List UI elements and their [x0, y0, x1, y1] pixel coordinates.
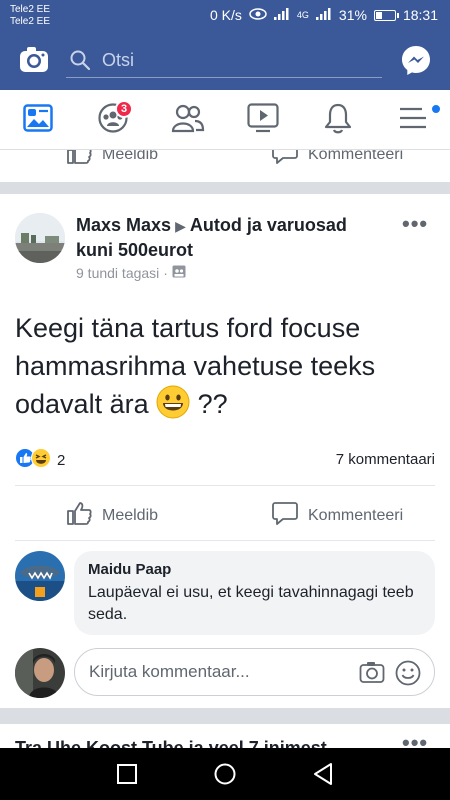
- prev-post-actions: Meeldib Kommenteeri: [0, 150, 450, 180]
- menu-icon: [398, 105, 428, 136]
- comment-button[interactable]: Kommenteeri: [272, 501, 403, 530]
- post-time[interactable]: 9 tundi tagasi: [76, 265, 159, 281]
- back-icon[interactable]: [310, 760, 338, 788]
- group-privacy-icon: [172, 265, 186, 281]
- haha-reaction-icon: [31, 448, 51, 473]
- search-icon: [70, 50, 91, 71]
- prev-comment-label: Kommenteeri: [308, 150, 404, 163]
- post-text: Keegi täna tartus ford focuse hammasrihm…: [15, 309, 435, 423]
- like-icon: [66, 501, 92, 530]
- comment-icon: [272, 501, 298, 530]
- camera-icon[interactable]: [359, 660, 385, 689]
- notifications-icon: [323, 102, 353, 139]
- status-indicators: 0 K/s 4G 31% 18:31: [210, 7, 438, 23]
- like-label: Meeldib: [102, 506, 159, 524]
- signal-icon-2: [315, 7, 332, 23]
- emoji-icon[interactable]: [395, 660, 421, 691]
- next-post-partial: Tra Uhe Koost Tube ja veel 7 inimest •••: [0, 724, 450, 748]
- prev-like-label: Meeldib: [102, 150, 159, 163]
- tab-menu[interactable]: [375, 90, 450, 150]
- status-bar: Tele2 EE Tele2 EE 0 K/s 4G 31% 18:31: [0, 0, 450, 32]
- carrier-2: Tele2 EE: [10, 16, 51, 27]
- separator-dot: ·: [163, 265, 168, 281]
- tab-groups[interactable]: 3: [75, 90, 150, 150]
- grinning-emoji-icon: [156, 385, 190, 419]
- carrier-1: Tele2 EE: [10, 4, 51, 15]
- current-user-avatar: [15, 648, 65, 698]
- nav-tabs: 3: [0, 90, 450, 150]
- commenter-avatar[interactable]: [15, 551, 65, 601]
- home-icon[interactable]: [211, 760, 239, 788]
- comment-bubble[interactable]: Maidu Paap Laupäeval ei usu, et keegi ta…: [74, 551, 435, 635]
- tab-news-feed[interactable]: [0, 90, 75, 150]
- divider: [15, 540, 435, 541]
- battery-icon: [373, 9, 399, 21]
- comment-input[interactable]: [89, 659, 339, 685]
- comment-icon: [272, 150, 298, 169]
- feed-separator: [0, 182, 450, 194]
- tab-friends[interactable]: [150, 90, 225, 150]
- recent-apps-icon[interactable]: [113, 760, 141, 788]
- arrow-right-icon: ▶: [175, 218, 186, 234]
- prev-comment-button[interactable]: Kommenteeri: [272, 150, 403, 169]
- next-post-header[interactable]: Tra Uhe Koost Tube ja veel 7 inimest: [15, 738, 327, 748]
- like-icon: [66, 150, 92, 169]
- tab-watch[interactable]: [225, 90, 300, 150]
- tab-notifications[interactable]: [300, 90, 375, 150]
- news-feed-icon: [22, 103, 53, 137]
- comment-label: Kommenteeri: [308, 506, 404, 524]
- groups-badge: 3: [115, 100, 134, 118]
- clock: 18:31: [402, 7, 438, 23]
- signal-icon: [273, 7, 290, 23]
- eye-icon: [249, 7, 267, 23]
- author-name[interactable]: Maxs Maxs: [76, 215, 171, 235]
- comment-author[interactable]: Maidu Paap: [88, 561, 171, 578]
- feed-post: Maxs Maxs ▶ Autod ja varuosad kuni 500euro…: [0, 194, 450, 708]
- friends-icon: [171, 103, 205, 138]
- reaction-count: 2: [57, 452, 66, 469]
- battery-percent: 31%: [338, 7, 367, 23]
- search-input[interactable]: [102, 46, 372, 74]
- post-meta: 9 tundi tagasi ·: [76, 265, 186, 281]
- post-text-tail: ??: [197, 389, 228, 419]
- menu-notification-dot: [431, 104, 441, 114]
- author-avatar[interactable]: [15, 213, 65, 263]
- search-field[interactable]: [66, 42, 382, 78]
- post-header: Maxs Maxs ▶ Autod ja varuosad kuni 500euro…: [76, 213, 386, 262]
- camera-icon[interactable]: [18, 44, 50, 76]
- messenger-icon[interactable]: [400, 44, 432, 76]
- system-navigation-bar: [0, 748, 450, 800]
- comment-text: Laupäeval ei usu, et keegi tavahinnagagi…: [88, 584, 414, 623]
- post-text-main: Keegi täna tartus ford focuse hammasrihm…: [15, 313, 376, 419]
- reactions-summary[interactable]: 2: [15, 448, 65, 473]
- network-speed: 0 K/s: [210, 7, 242, 23]
- like-button[interactable]: Meeldib: [66, 501, 158, 530]
- more-options-icon[interactable]: •••: [402, 211, 428, 237]
- watch-icon: [246, 102, 279, 138]
- top-bar: [0, 32, 450, 90]
- divider: [15, 485, 435, 486]
- network-type: 4G: [296, 9, 309, 20]
- feed-separator: [0, 708, 450, 724]
- prev-like-button[interactable]: Meeldib: [66, 150, 158, 169]
- comment-input-field[interactable]: [74, 648, 435, 696]
- more-options-icon[interactable]: •••: [402, 730, 428, 748]
- comments-count[interactable]: 7 kommentaari: [336, 451, 435, 468]
